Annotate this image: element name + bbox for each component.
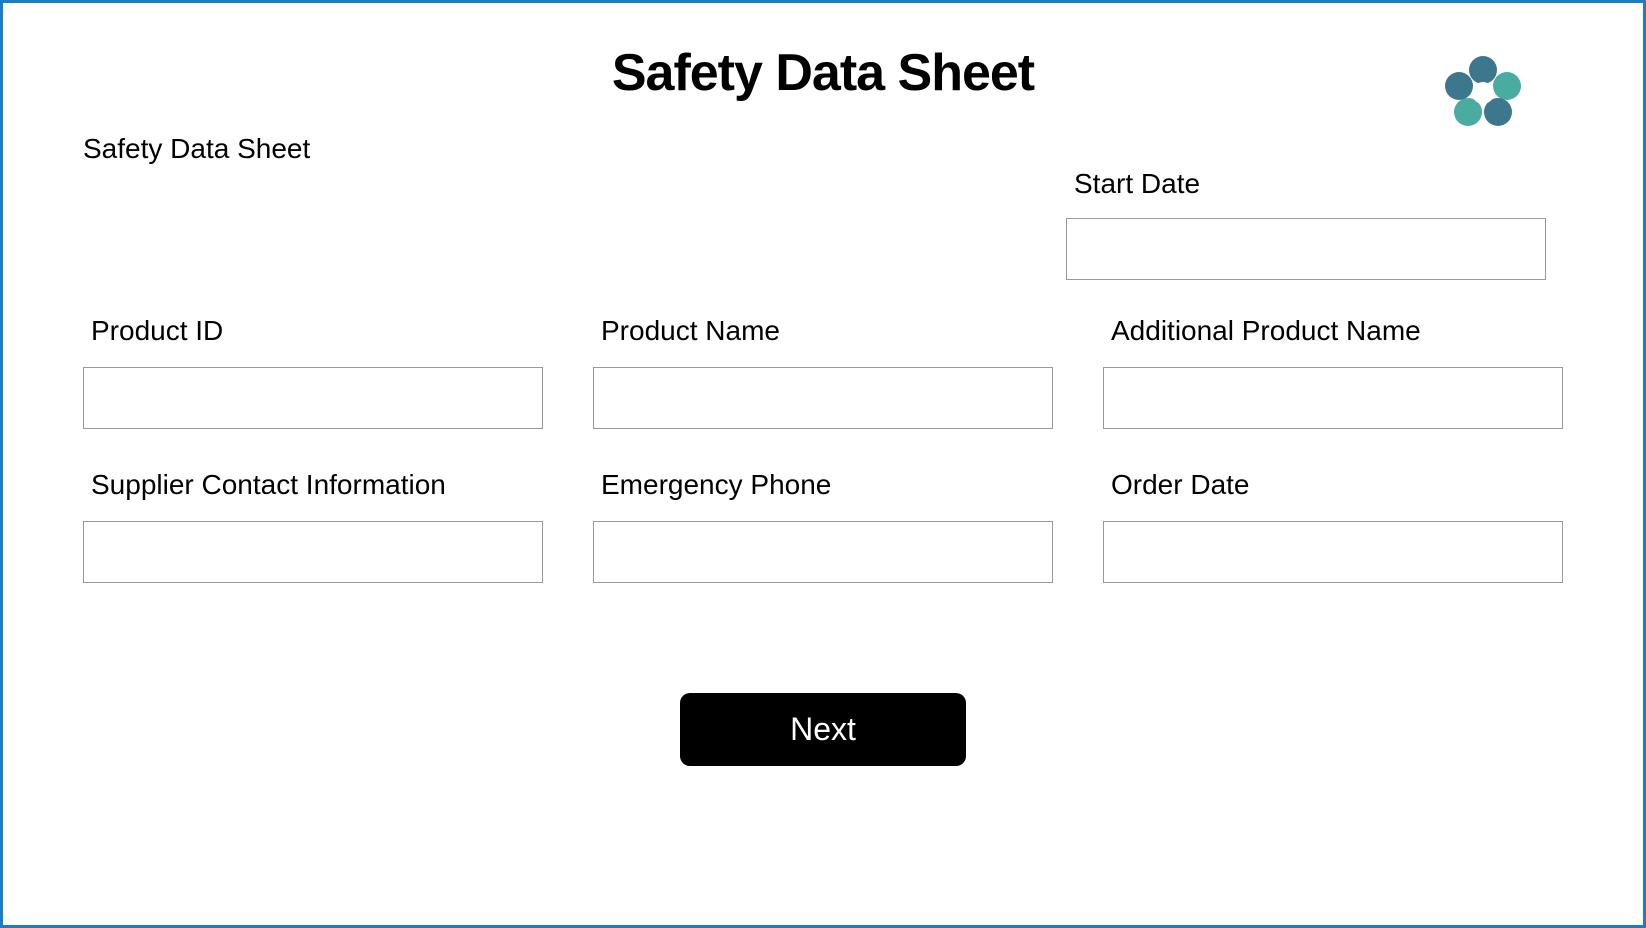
product-name-group: Product Name <box>593 315 1053 429</box>
subtitle: Safety Data Sheet <box>83 133 1563 165</box>
logo-icon <box>1433 48 1533 148</box>
order-date-label: Order Date <box>1103 469 1563 501</box>
product-id-input[interactable] <box>83 367 543 429</box>
start-date-group: Start Date <box>1066 168 1546 280</box>
product-name-label: Product Name <box>593 315 1053 347</box>
next-button[interactable]: Next <box>680 693 966 766</box>
order-date-input[interactable] <box>1103 521 1563 583</box>
additional-product-name-label: Additional Product Name <box>1103 315 1563 347</box>
header: Safety Data Sheet <box>83 43 1563 103</box>
product-id-label: Product ID <box>83 315 543 347</box>
additional-product-name-group: Additional Product Name <box>1103 315 1563 429</box>
supplier-contact-group: Supplier Contact Information <box>83 469 543 583</box>
start-date-label: Start Date <box>1066 168 1546 200</box>
emergency-phone-label: Emergency Phone <box>593 469 1053 501</box>
button-container: Next <box>83 693 1563 766</box>
form-container: Safety Data Sheet Safety Data Sheet Star… <box>0 0 1646 928</box>
product-name-input[interactable] <box>593 367 1053 429</box>
page-title: Safety Data Sheet <box>83 43 1563 103</box>
additional-product-name-input[interactable] <box>1103 367 1563 429</box>
product-id-group: Product ID <box>83 315 543 429</box>
order-date-group: Order Date <box>1103 469 1563 583</box>
supplier-contact-label: Supplier Contact Information <box>83 469 543 501</box>
emergency-phone-input[interactable] <box>593 521 1053 583</box>
start-date-input[interactable] <box>1066 218 1546 280</box>
form-grid: Product ID Product Name Additional Produ… <box>83 315 1563 583</box>
emergency-phone-group: Emergency Phone <box>593 469 1053 583</box>
supplier-contact-input[interactable] <box>83 521 543 583</box>
